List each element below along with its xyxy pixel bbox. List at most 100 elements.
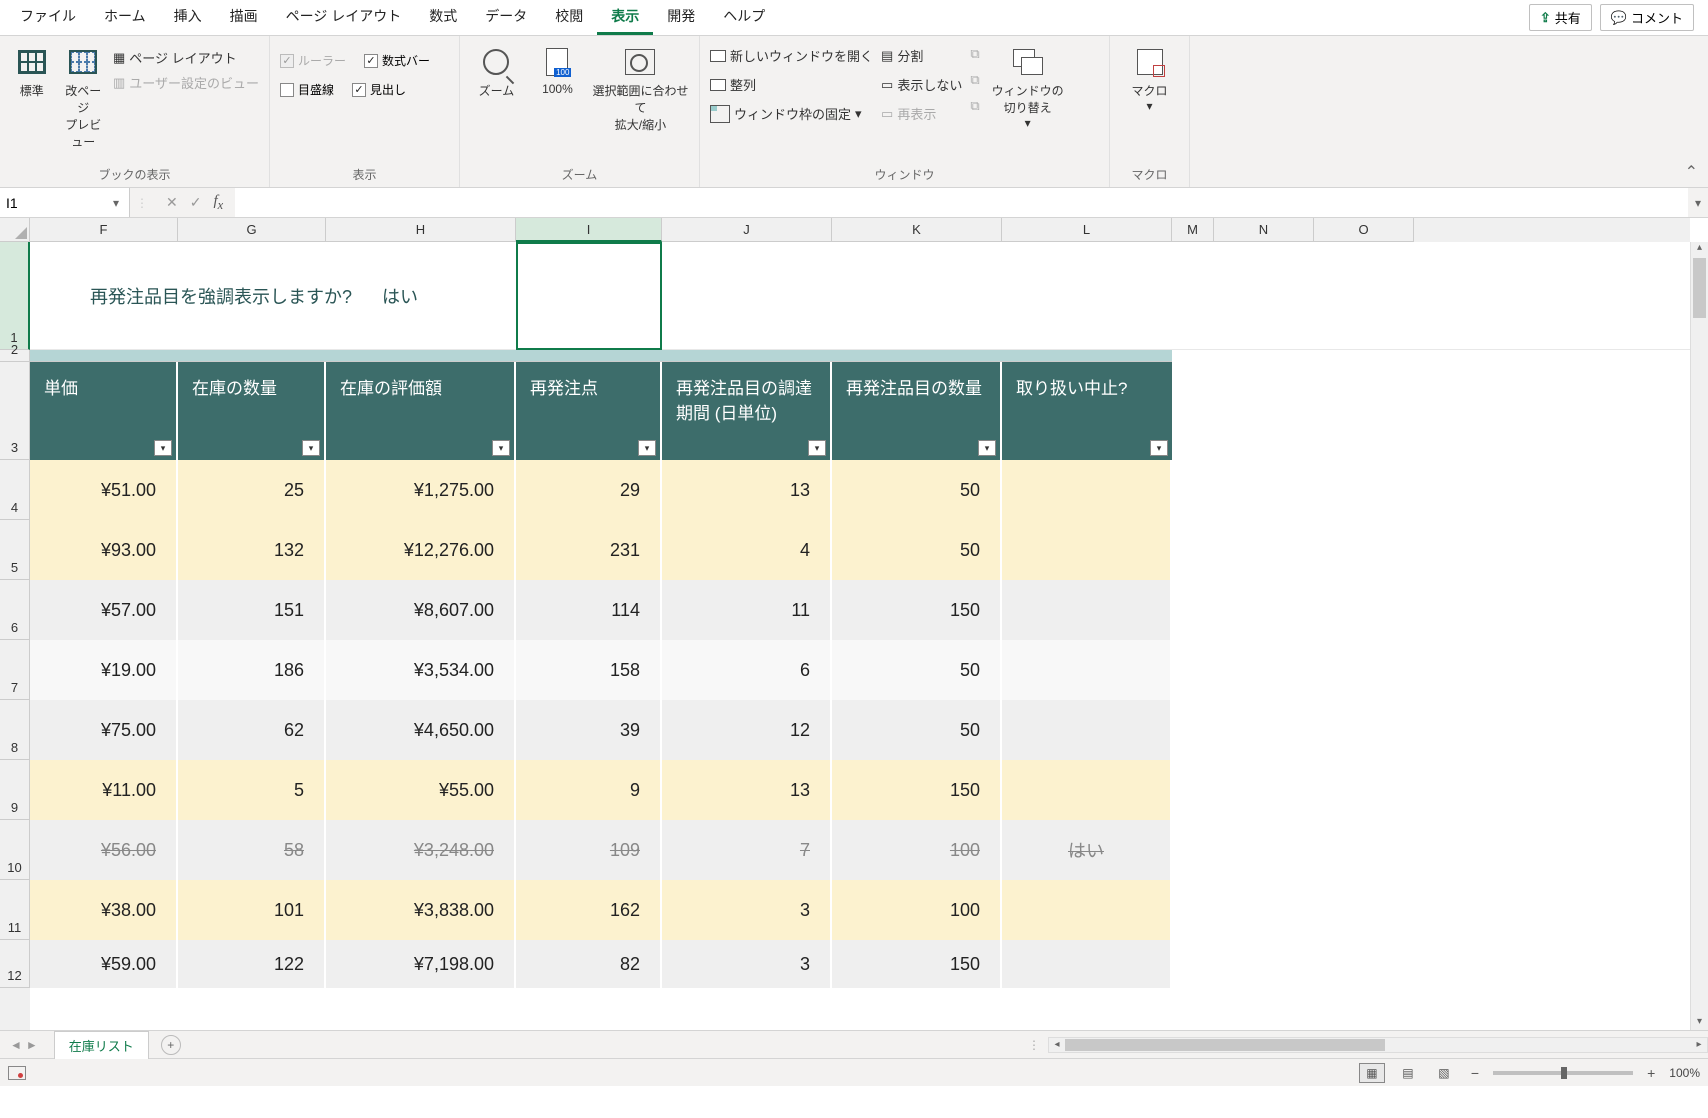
zoom-100-button[interactable]: 100 100% — [531, 42, 584, 96]
filter-button[interactable]: ▾ — [1150, 440, 1168, 456]
table-cell[interactable]: ¥51.00 — [30, 460, 178, 520]
table-cell[interactable]: 150 — [832, 940, 1002, 988]
table-cell[interactable]: 13 — [662, 460, 832, 520]
table-cell[interactable]: ¥12,276.00 — [326, 520, 516, 580]
column-header-F[interactable]: F — [30, 218, 178, 242]
scroll-right-arrow[interactable]: ▸ — [1691, 1039, 1707, 1050]
filter-button[interactable]: ▾ — [154, 440, 172, 456]
menu-描画[interactable]: 描画 — [216, 0, 272, 35]
horizontal-scrollbar[interactable]: ◂ ▸ — [1048, 1037, 1708, 1053]
page-layout-button[interactable]: ▦ ページ レイアウト — [113, 48, 259, 67]
column-header-J[interactable]: J — [662, 218, 832, 242]
split-button[interactable]: ▤分割 — [881, 46, 962, 65]
table-header[interactable]: 再発注点▾ — [516, 362, 662, 460]
table-cell[interactable]: 25 — [178, 460, 326, 520]
table-cell[interactable]: ¥3,248.00 — [326, 820, 516, 880]
scroll-down-arrow[interactable]: ▾ — [1691, 1016, 1708, 1030]
zoom-selection-button[interactable]: 選択範囲に合わせて 拡大/縮小 — [592, 42, 689, 133]
share-button[interactable]: ⇪ 共有 — [1529, 4, 1592, 31]
tab-nav-prev[interactable]: ◄ — [10, 1038, 22, 1052]
zoom-button[interactable]: ズーム — [470, 42, 523, 99]
ribbon-collapse-button[interactable]: ⌃ — [1685, 162, 1698, 182]
table-cell[interactable] — [1002, 760, 1172, 820]
name-box-dropdown[interactable]: ▾ — [109, 196, 123, 210]
table-cell[interactable]: 3 — [662, 940, 832, 988]
arrange-button[interactable]: 整列 — [710, 75, 873, 94]
column-header-N[interactable]: N — [1214, 218, 1314, 242]
row-header-7[interactable]: 7 — [0, 640, 30, 700]
menu-挿入[interactable]: 挿入 — [160, 0, 216, 35]
table-cell[interactable] — [1002, 460, 1172, 520]
table-cell[interactable]: 9 — [516, 760, 662, 820]
hide-button[interactable]: ▭表示しない — [881, 75, 962, 94]
row-header-2[interactable]: 2 — [0, 350, 30, 362]
headings-checkbox[interactable]: 見出し — [352, 81, 406, 98]
table-header[interactable]: 在庫の数量▾ — [178, 362, 326, 460]
view-pagebreak-status[interactable]: ▧ — [1431, 1063, 1457, 1083]
column-header-H[interactable]: H — [326, 218, 516, 242]
table-cell[interactable]: 50 — [832, 700, 1002, 760]
column-header-O[interactable]: O — [1314, 218, 1414, 242]
vertical-scrollbar[interactable]: ▴ ▾ — [1690, 242, 1708, 1030]
add-sheet-button[interactable]: + — [161, 1035, 181, 1055]
hscroll-thumb[interactable] — [1065, 1039, 1385, 1051]
table-cell[interactable]: 82 — [516, 940, 662, 988]
zoom-level[interactable]: 100% — [1669, 1066, 1700, 1080]
filter-button[interactable]: ▾ — [808, 440, 826, 456]
row-header-11[interactable]: 11 — [0, 880, 30, 940]
table-cell[interactable]: 150 — [832, 580, 1002, 640]
table-cell[interactable]: ¥57.00 — [30, 580, 178, 640]
gridlines-checkbox[interactable]: 目盛線 — [280, 81, 334, 98]
table-cell[interactable] — [1002, 880, 1172, 940]
column-header-K[interactable]: K — [832, 218, 1002, 242]
name-box-input[interactable] — [6, 195, 109, 211]
column-header-I[interactable]: I — [516, 218, 662, 242]
cancel-formula-button[interactable]: ✕ — [166, 194, 178, 211]
row-header-6[interactable]: 6 — [0, 580, 30, 640]
column-header-L[interactable]: L — [1002, 218, 1172, 242]
table-cell[interactable]: ¥59.00 — [30, 940, 178, 988]
row-header-3[interactable]: 3 — [0, 362, 30, 460]
table-cell[interactable]: ¥75.00 — [30, 700, 178, 760]
view-pagebreak-button[interactable]: 改ページ プレビュー — [61, 42, 104, 150]
table-cell[interactable] — [1002, 940, 1172, 988]
table-cell[interactable]: ¥93.00 — [30, 520, 178, 580]
table-cell[interactable]: 7 — [662, 820, 832, 880]
table-cell[interactable]: 109 — [516, 820, 662, 880]
menu-ホーム[interactable]: ホーム — [90, 0, 160, 35]
menu-開発[interactable]: 開発 — [653, 0, 709, 35]
menu-データ[interactable]: データ — [471, 0, 541, 35]
table-cell[interactable]: 50 — [832, 460, 1002, 520]
table-cell[interactable]: 29 — [516, 460, 662, 520]
table-cell[interactable]: 13 — [662, 760, 832, 820]
row-header-4[interactable]: 4 — [0, 460, 30, 520]
formulabar-checkbox[interactable]: 数式バー — [364, 52, 430, 69]
filter-button[interactable]: ▾ — [492, 440, 510, 456]
enter-formula-button[interactable]: ✓ — [190, 194, 202, 211]
row-header-10[interactable]: 10 — [0, 820, 30, 880]
table-cell[interactable]: ¥38.00 — [30, 880, 178, 940]
menu-ファイル[interactable]: ファイル — [6, 0, 90, 35]
column-header-G[interactable]: G — [178, 218, 326, 242]
table-cell[interactable]: はい — [1002, 820, 1172, 880]
table-cell[interactable]: 158 — [516, 640, 662, 700]
sheet-tab[interactable]: 在庫リスト — [54, 1031, 149, 1059]
record-macro-icon[interactable] — [8, 1066, 26, 1080]
menu-ページ レイアウト[interactable]: ページ レイアウト — [272, 0, 416, 35]
menu-校閲[interactable]: 校閲 — [541, 0, 597, 35]
table-header[interactable]: 再発注品目の調達期間 (日単位)▾ — [662, 362, 832, 460]
view-pagelayout-status[interactable]: ▤ — [1395, 1063, 1421, 1083]
table-cell[interactable]: 6 — [662, 640, 832, 700]
table-cell[interactable]: 122 — [178, 940, 326, 988]
table-cell[interactable]: 39 — [516, 700, 662, 760]
filter-button[interactable]: ▾ — [638, 440, 656, 456]
row-header-1[interactable]: 1 — [0, 242, 30, 350]
table-cell[interactable]: 100 — [832, 820, 1002, 880]
table-cell[interactable] — [1002, 580, 1172, 640]
table-cell[interactable]: ¥11.00 — [30, 760, 178, 820]
table-cell[interactable]: 151 — [178, 580, 326, 640]
table-header[interactable]: 在庫の評価額▾ — [326, 362, 516, 460]
switch-window-button[interactable]: ウィンドウの 切り替え ▾ — [988, 42, 1068, 130]
scroll-left-arrow[interactable]: ◂ — [1049, 1039, 1065, 1050]
table-cell[interactable]: ¥55.00 — [326, 760, 516, 820]
